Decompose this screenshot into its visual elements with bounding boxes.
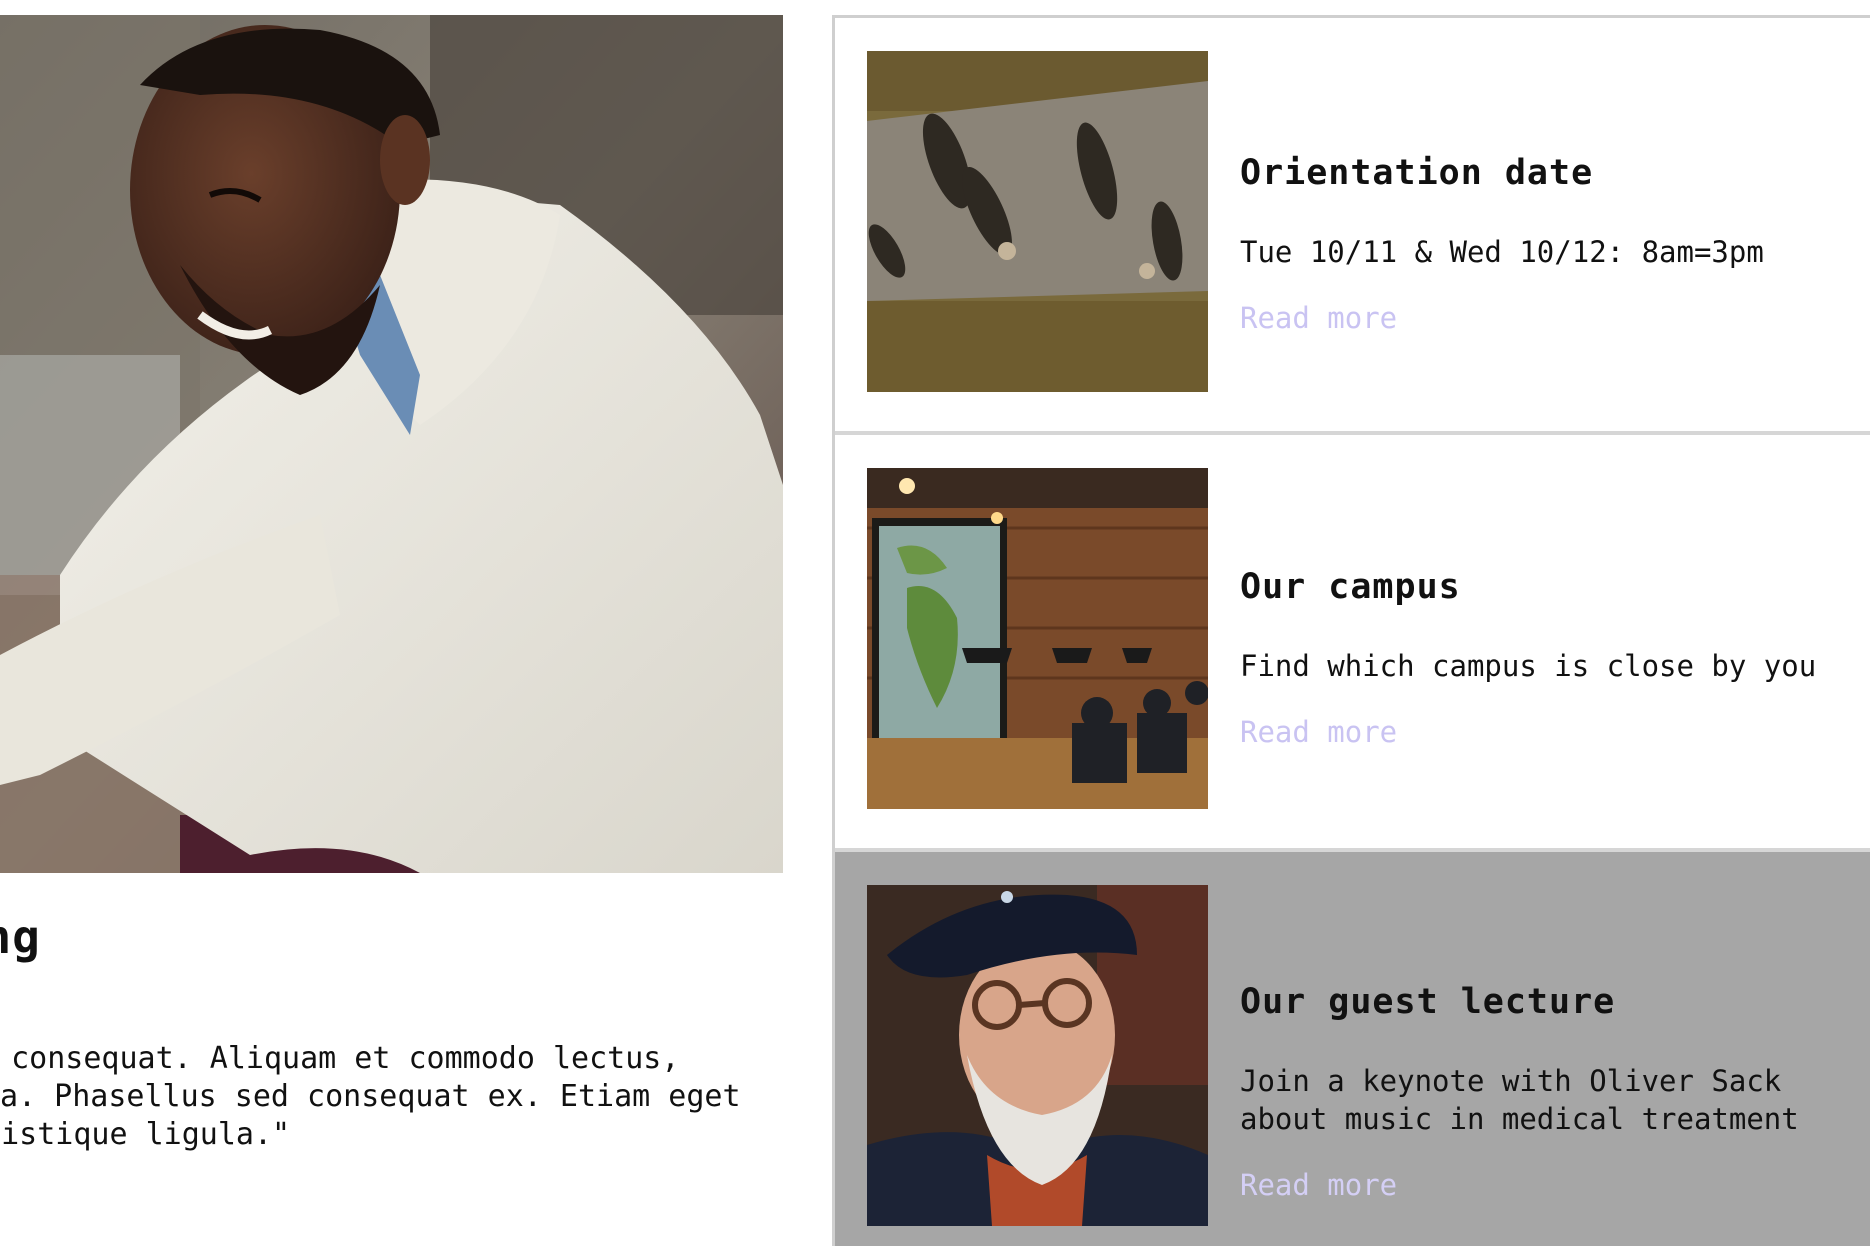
- featured-photo: [0, 15, 783, 873]
- read-more-link[interactable]: Read more: [1240, 715, 1397, 749]
- featured-article: eticing r consequat. Aliquam et commodo …: [0, 0, 800, 1246]
- news-card-body: Our guest lecture Join a keynote with Ol…: [1240, 982, 1860, 1202]
- news-card-body: Orientation date Tue 10/11 & Wed 10/12: …: [1240, 153, 1860, 335]
- news-list: Orientation date Tue 10/11 & Wed 10/12: …: [832, 15, 1870, 1246]
- news-card-title: Our campus: [1240, 567, 1461, 607]
- page: eticing r consequat. Aliquam et commodo …: [0, 0, 1870, 1246]
- news-card-text: Join a keynote with Oliver Sack about mu…: [1240, 1064, 1799, 1136]
- read-more-link[interactable]: Read more: [1240, 1168, 1397, 1202]
- news-card-text: Find which campus is close by you: [1240, 649, 1817, 683]
- featured-quote-line: r consequat. Aliquam et commodo lectus,: [0, 1041, 680, 1076]
- news-card-campus: Our campus Find which campus is close by…: [835, 435, 1870, 852]
- news-card-body: Our campus Find which campus is close by…: [1240, 567, 1860, 749]
- read-more-link[interactable]: Read more: [1240, 301, 1397, 335]
- featured-quote-line: a. Phasellus sed consequat ex. Etiam ege…: [0, 1079, 741, 1114]
- news-card-text: Tue 10/11 & Wed 10/12: 8am=3pm: [1240, 235, 1764, 269]
- featured-quote-line: tristique ligula.": [0, 1117, 291, 1152]
- news-card-orientation: Orientation date Tue 10/11 & Wed 10/12: …: [835, 18, 1870, 435]
- elderly-man-beret-photo: [867, 885, 1208, 1226]
- featured-quote: r consequat. Aliquam et commodo lectus, …: [0, 1040, 760, 1154]
- aerial-walkers-photo: [867, 51, 1208, 392]
- news-card-title: Orientation date: [1240, 153, 1594, 193]
- news-card-guest-lecture: Our guest lecture Join a keynote with Ol…: [835, 852, 1870, 1246]
- news-card-title: Our guest lecture: [1240, 982, 1616, 1022]
- featured-title: eticing: [0, 910, 41, 964]
- cafe-map-photo: [867, 468, 1208, 809]
